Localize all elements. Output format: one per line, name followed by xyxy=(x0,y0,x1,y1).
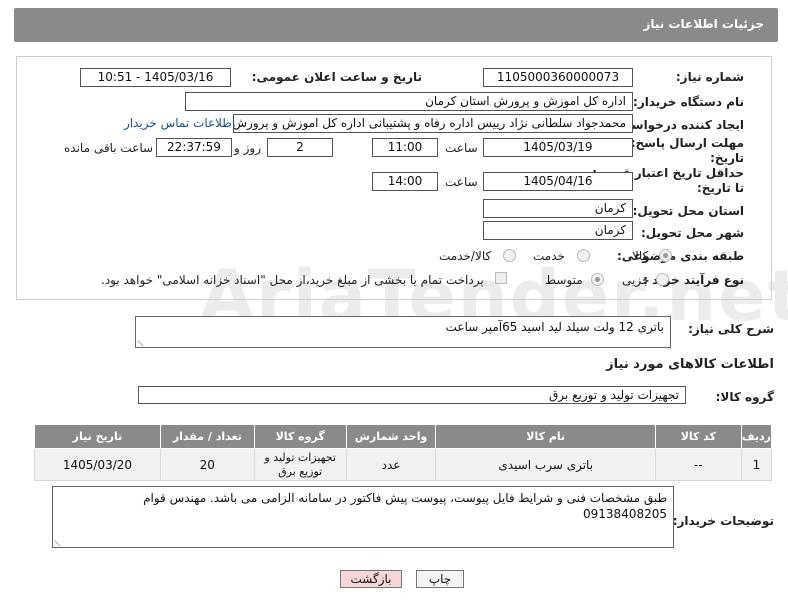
cell-goods-name: باتری سرب اسیدی xyxy=(435,448,656,481)
price-time-label: ساعت xyxy=(445,175,478,189)
need-number-label: شماره نیاز: xyxy=(675,70,744,84)
price-time-field[interactable]: 14:00 xyxy=(372,172,438,191)
cell-unit: عدد xyxy=(345,448,437,481)
buyer-notes-label: توضیحات خریدار: xyxy=(672,514,774,528)
process-medium-radio[interactable] xyxy=(591,273,604,286)
buyer-notes-text: طبق مشخصات فنی و شرایط فایل پیوست، پیوست… xyxy=(143,491,667,521)
buyer-org-label: نام دستگاه خریدار: xyxy=(633,95,744,109)
reply-time-label: ساعت xyxy=(445,141,478,155)
requester-field[interactable]: محمدجواد سلطانی نژاد رییس اداره رفاه و پ… xyxy=(233,114,633,133)
buyer-org-field[interactable]: اداره کل اموزش و پرورش استان کرمان xyxy=(185,92,633,111)
cell-quantity: 20 xyxy=(159,448,255,481)
remaining-label: ساعت باقی مانده xyxy=(64,141,154,155)
resize-grip-icon[interactable] xyxy=(137,335,149,347)
resize-grip-icon[interactable] xyxy=(54,535,66,547)
goods-section-title: اطلاعات کالاهای مورد نیاز xyxy=(606,357,774,372)
province-field[interactable]: کرمان xyxy=(483,199,633,218)
cell-goods-code: -- xyxy=(654,448,742,481)
col-goods-group: گروه کالا xyxy=(253,424,347,449)
summary-text: باتری 12 ولت سیلد لید اسید 65آمپر ساعت xyxy=(445,320,664,334)
remaining-time-field[interactable]: 22:37:59 xyxy=(156,138,232,157)
need-number-field[interactable]: 1105000360000073 xyxy=(483,68,633,87)
days-remaining-field[interactable]: 2 xyxy=(267,138,333,157)
col-goods-code: کد کالا xyxy=(654,424,742,449)
cell-goods-group: تجهیزات تولید و توزیع برق xyxy=(253,448,347,481)
page-title: جزئیات اطلاعات نیاز xyxy=(643,17,764,31)
treasury-payment-checkbox[interactable] xyxy=(495,272,507,284)
category-goods-service-radio[interactable] xyxy=(503,249,516,262)
reply-date-field[interactable]: 1405/03/19 xyxy=(483,138,633,157)
announce-datetime-field[interactable]: 1405/03/16 - 10:51 xyxy=(80,68,231,87)
col-row-number: ردیف xyxy=(740,424,773,449)
announce-datetime-label: تاریخ و ساعت اعلان عمومی: xyxy=(251,70,422,84)
price-validity-date-label: تا تاریخ: xyxy=(696,181,744,195)
back-button[interactable]: بازگشت xyxy=(340,570,402,588)
cell-need-date: 1405/03/20 xyxy=(34,448,161,481)
price-date-field[interactable]: 1405/04/16 xyxy=(483,172,633,191)
goods-group-field[interactable]: تجهیزات تولید و توزیع برق xyxy=(138,386,686,404)
city-field[interactable]: کرمان xyxy=(483,221,633,240)
treasury-payment-note: پرداخت تمام یا بخشی از مبلغ خرید،از محل … xyxy=(101,273,484,287)
goods-table: ردیف کد کالا نام کالا واحد شمارش گروه کا… xyxy=(34,424,773,481)
category-goods-service-label: کالا/خدمت xyxy=(439,249,492,263)
title-bar: جزئیات اطلاعات نیاز xyxy=(0,0,788,50)
col-need-date: تاریخ نیاز xyxy=(34,424,161,449)
process-minor-label: جزیی xyxy=(622,273,650,287)
col-quantity: تعداد / مقدار xyxy=(159,424,255,449)
process-medium-label: متوسط xyxy=(545,273,583,287)
category-service-label: خدمت xyxy=(533,249,565,263)
reply-time-field[interactable]: 11:00 xyxy=(372,138,438,157)
reply-deadline-date-label: تاریخ: xyxy=(710,151,744,165)
buyer-notes-textarea[interactable]: طبق مشخصات فنی و شرایط فایل پیوست، پیوست… xyxy=(52,486,674,548)
province-label: استان محل تحویل: xyxy=(632,204,744,218)
print-button[interactable]: چاپ xyxy=(416,570,464,588)
category-goods-radio[interactable] xyxy=(659,249,672,262)
summary-label: شرح کلی نیاز: xyxy=(688,322,774,336)
col-unit: واحد شمارش xyxy=(345,424,437,449)
reply-deadline-label: مهلت ارسال پاسخ: تا xyxy=(617,136,745,150)
col-goods-name: نام کالا xyxy=(435,424,656,449)
requester-label: ایجاد کننده درخواست: xyxy=(614,118,744,132)
goods-group-label: گروه کالا: xyxy=(715,390,774,404)
goods-table-header: ردیف کد کالا نام کالا واحد شمارش گروه کا… xyxy=(34,424,773,449)
city-label: شهر محل تحویل: xyxy=(640,226,744,240)
cell-row-number: 1 xyxy=(740,448,773,481)
process-minor-radio[interactable] xyxy=(656,273,669,286)
title-bar-background: جزئیات اطلاعات نیاز xyxy=(14,8,778,42)
days-label: روز و xyxy=(234,141,261,155)
category-goods-label: کالا xyxy=(632,249,649,263)
summary-textarea[interactable]: باتری 12 ولت سیلد لید اسید 65آمپر ساعت xyxy=(135,316,671,348)
table-row: 1 -- باتری سرب اسیدی عدد تجهیزات تولید و… xyxy=(34,448,773,481)
buyer-contact-link[interactable]: اطلاعات تماس خریدار xyxy=(124,116,235,130)
category-service-radio[interactable] xyxy=(577,249,590,262)
